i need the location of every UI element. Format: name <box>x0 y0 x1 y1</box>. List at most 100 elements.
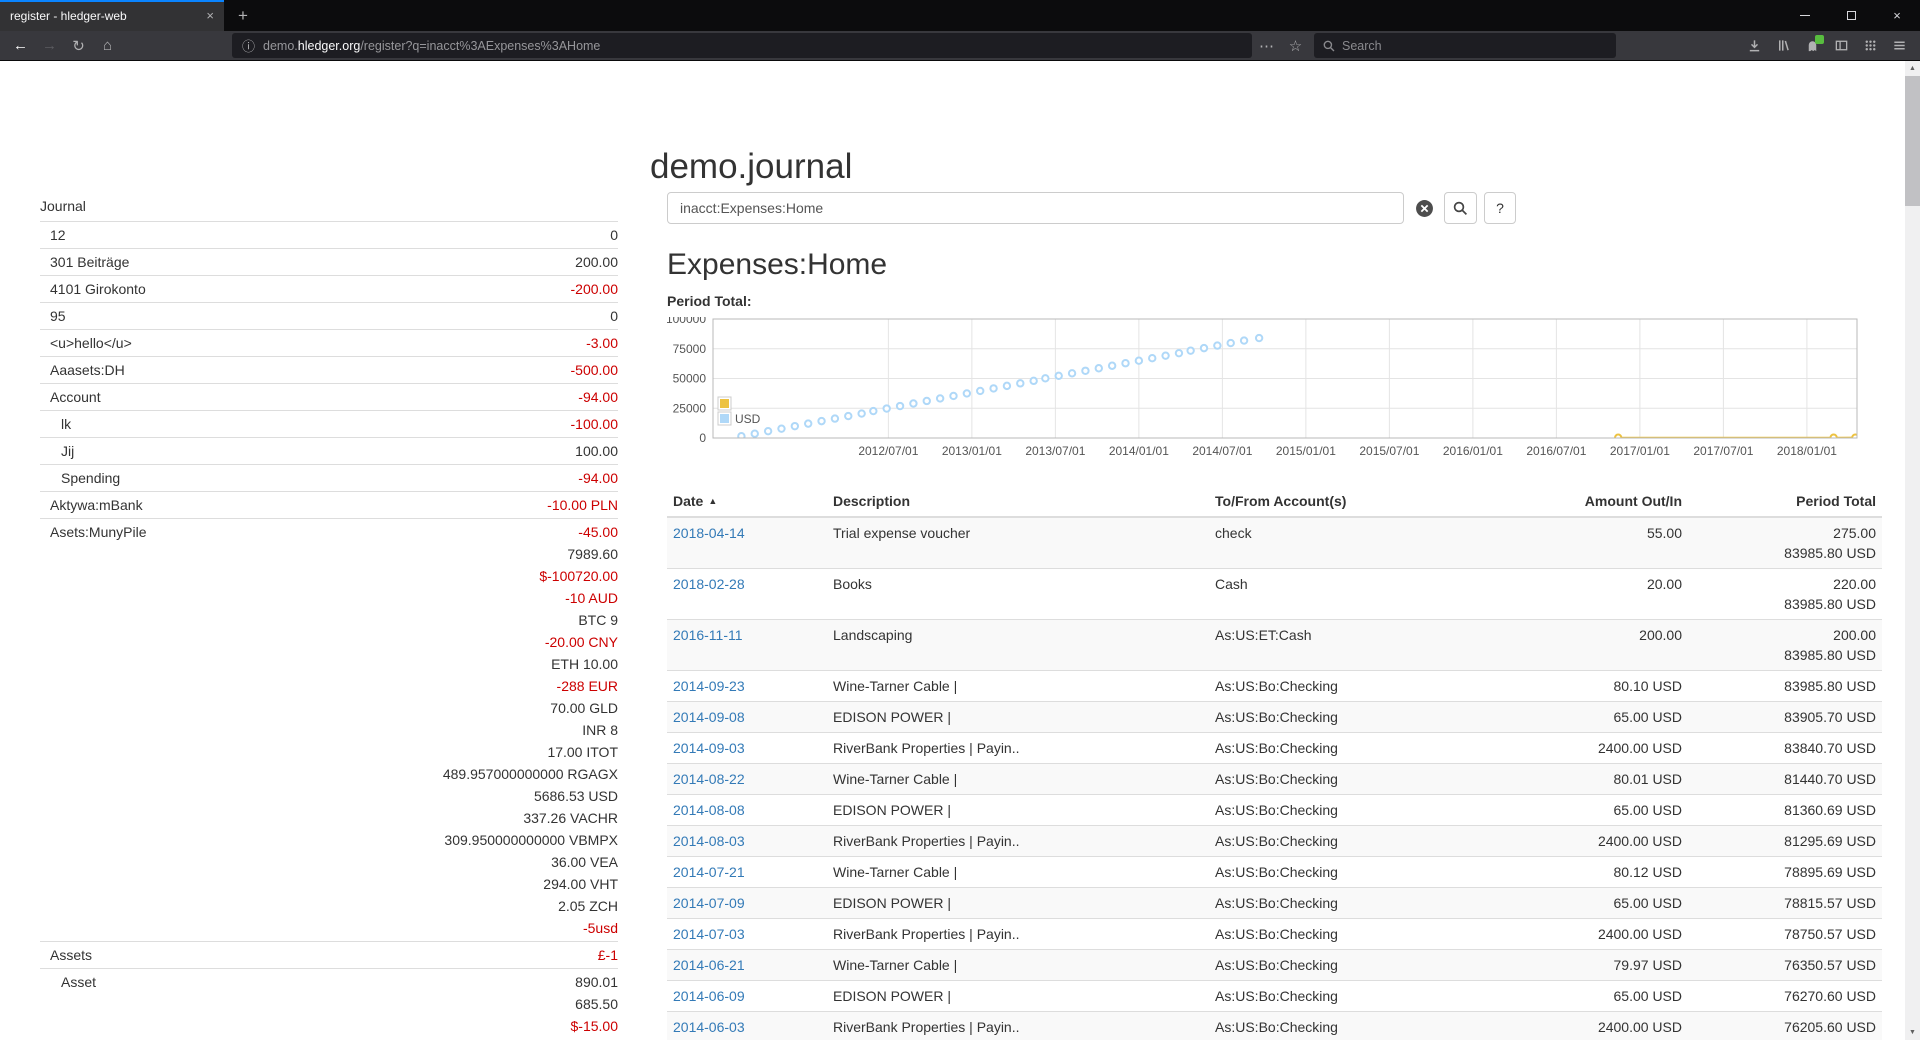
sidebar-account-row[interactable]: 950 <box>40 302 618 329</box>
register-row[interactable]: 2014-07-21Wine-Tarner Cable |As:US:Bo:Ch… <box>667 857 1882 888</box>
register-row[interactable]: 2014-08-03 RiverBank Properties | Payin..… <box>667 826 1882 857</box>
page-scrollbar[interactable]: ▲ ▼ <box>1905 61 1920 1040</box>
transaction-date-link[interactable]: 2014-06-09 <box>673 988 745 1004</box>
transaction-date-link[interactable]: 2016-11-11 <box>673 627 743 643</box>
sidebar-account-row[interactable]: 120 <box>40 221 618 248</box>
sidebar-journal-link[interactable]: Journal <box>40 198 86 214</box>
window-minimize-button[interactable] <box>1782 0 1828 31</box>
new-tab-button[interactable]: + <box>224 0 262 31</box>
sidebar-account-row[interactable]: <u>hello</u>-3.00 <box>40 329 618 356</box>
account-link[interactable]: Asset <box>40 971 96 993</box>
register-row[interactable]: 2014-09-03RiverBank Properties | Payin..… <box>667 733 1882 764</box>
register-row[interactable]: 2014-06-03RiverBank Properties | Payin..… <box>667 1012 1882 1040</box>
menu-button[interactable] <box>1885 33 1914 59</box>
account-balance: 100.00 <box>575 440 618 462</box>
home-button[interactable]: ⌂ <box>93 33 122 59</box>
transaction-date-link[interactable]: 2014-06-03 <box>673 1019 745 1035</box>
page-actions-icon[interactable]: ⋯ <box>1252 33 1281 59</box>
search-query-input[interactable] <box>667 192 1404 224</box>
balance-amount: 5686.53 USD <box>443 785 618 807</box>
transaction-date-link[interactable]: 2014-06-21 <box>673 957 745 973</box>
account-link[interactable]: lk <box>40 413 71 435</box>
sidebar-account-row[interactable]: Asets:MunyPile-45.007989.60$-100720.00-1… <box>40 518 618 941</box>
transaction-date-link[interactable]: 2018-04-14 <box>673 525 745 541</box>
transaction-date-link[interactable]: 2014-08-08 <box>673 802 745 818</box>
column-header-description[interactable]: Description <box>827 486 1209 517</box>
account-link[interactable]: Spending <box>40 467 120 489</box>
forward-button[interactable]: → <box>35 33 64 59</box>
sidebar-account-row[interactable]: Asset890.01685.50$-15.00-10 AUD <box>40 968 618 1040</box>
reload-button[interactable]: ↻ <box>64 33 93 59</box>
transaction-date-link[interactable]: 2014-09-03 <box>673 740 745 756</box>
bookmark-star-icon[interactable]: ☆ <box>1281 33 1310 59</box>
search-help-button[interactable]: ? <box>1484 192 1516 224</box>
extension-button[interactable] <box>1798 33 1827 59</box>
window-close-button[interactable]: × <box>1874 0 1920 31</box>
transaction-date-link[interactable]: 2014-09-08 <box>673 709 745 725</box>
search-submit-button[interactable] <box>1444 192 1477 224</box>
column-header-date[interactable]: Date▲ <box>667 486 827 517</box>
transaction-date-link[interactable]: 2014-08-22 <box>673 771 745 787</box>
account-link[interactable]: Asets:MunyPile <box>40 521 146 543</box>
register-row[interactable]: 2016-11-11LandscapingAs:US:ET:Cash200.00… <box>667 620 1882 671</box>
account-link[interactable]: Assets <box>40 944 92 966</box>
sidebar-account-row[interactable]: lk-100.00 <box>40 410 618 437</box>
column-header-amount[interactable]: Amount Out/In <box>1566 486 1688 517</box>
register-row[interactable]: 2018-04-14Trial expense vouchercheck55.0… <box>667 517 1882 569</box>
transaction-date-link[interactable]: 2014-08-03 <box>673 833 745 849</box>
sidebar-account-row[interactable]: 301 Beiträge200.00 <box>40 248 618 275</box>
sidebar-account-row[interactable]: Assets£-1 <box>40 941 618 968</box>
register-row[interactable]: 2014-08-22Wine-Tarner Cable |As:US:Bo:Ch… <box>667 764 1882 795</box>
account-link[interactable]: 301 Beiträge <box>40 251 129 273</box>
url-bar[interactable]: ⓘ demo.hledger.org/register?q=inacct%3AE… <box>232 33 1252 58</box>
register-row[interactable]: 2014-09-23Wine-Tarner Cable |As:US:Bo:Ch… <box>667 671 1882 702</box>
clear-search-button[interactable] <box>1411 192 1437 224</box>
account-link[interactable]: 95 <box>40 305 66 327</box>
register-row[interactable]: 2014-08-08EDISON POWER |As:US:Bo:Checkin… <box>667 795 1882 826</box>
account-link[interactable]: 4101 Girokonto <box>40 278 146 300</box>
transaction-date-link[interactable]: 2014-07-03 <box>673 926 745 942</box>
library-button[interactable] <box>1769 33 1798 59</box>
column-header-account[interactable]: To/From Account(s) <box>1209 486 1566 517</box>
transaction-date-link[interactable]: 2014-09-23 <box>673 678 745 694</box>
account-link[interactable]: Aktywa:mBank <box>40 494 143 516</box>
browser-tab[interactable]: register - hledger-web × <box>0 0 224 31</box>
register-row[interactable]: 2014-06-21Wine-Tarner Cable |As:US:Bo:Ch… <box>667 950 1882 981</box>
sort-asc-icon: ▲ <box>708 496 717 506</box>
sidebar-account-row[interactable]: 4101 Girokonto-200.00 <box>40 275 618 302</box>
window-maximize-button[interactable] <box>1828 0 1874 31</box>
account-link[interactable]: 12 <box>40 224 66 246</box>
account-link[interactable]: Jij <box>40 440 74 462</box>
scroll-up-icon[interactable]: ▲ <box>1905 61 1920 76</box>
account-link[interactable]: Account <box>40 386 101 408</box>
transaction-date-cell: 2016-11-11 <box>667 620 827 671</box>
register-row[interactable]: 2018-02-28BooksCash20.00220.0083985.80 U… <box>667 569 1882 620</box>
sidebar-account-row[interactable]: Jij 100.00 <box>40 437 618 464</box>
browser-search-bar[interactable]: Search <box>1314 33 1616 58</box>
downloads-button[interactable] <box>1740 33 1769 59</box>
scrollbar-thumb[interactable] <box>1905 76 1920 206</box>
register-row[interactable]: 2014-09-08EDISON POWER |As:US:Bo:Checkin… <box>667 702 1882 733</box>
sidebar-account-row[interactable]: Account-94.00 <box>40 383 618 410</box>
site-info-icon[interactable]: ⓘ <box>242 36 255 55</box>
transaction-date-link[interactable]: 2014-07-21 <box>673 864 745 880</box>
url-domain: hledger.org <box>298 39 361 53</box>
sidebar-account-row[interactable]: Aktywa:mBank-10.00 PLN <box>40 491 618 518</box>
transaction-date-link[interactable]: 2014-07-09 <box>673 895 745 911</box>
sidebar-toggle-icon <box>1834 38 1849 53</box>
account-link[interactable]: <u>hello</u> <box>40 332 132 354</box>
back-button[interactable]: ← <box>6 33 35 59</box>
column-header-period-total[interactable]: Period Total <box>1688 486 1882 517</box>
tab-close-icon[interactable]: × <box>206 8 214 23</box>
register-row[interactable]: 2014-07-09EDISON POWER |As:US:Bo:Checkin… <box>667 888 1882 919</box>
transaction-date-link[interactable]: 2018-02-28 <box>673 576 745 592</box>
account-link[interactable]: Aaasets:DH <box>40 359 125 381</box>
sidebar-toggle-button[interactable] <box>1827 33 1856 59</box>
register-row[interactable]: 2014-07-03RiverBank Properties | Payin..… <box>667 919 1882 950</box>
sidebar-account-row[interactable]: Aaasets:DH-500.00 <box>40 356 618 383</box>
apps-grid-button[interactable] <box>1856 33 1885 59</box>
sidebar-account-row[interactable]: Spending-94.00 <box>40 464 618 491</box>
scroll-down-icon[interactable]: ▼ <box>1905 1025 1920 1040</box>
transaction-description: RiverBank Properties | Payin.. <box>827 826 1209 857</box>
register-row[interactable]: 2014-06-09EDISON POWER |As:US:Bo:Checkin… <box>667 981 1882 1012</box>
